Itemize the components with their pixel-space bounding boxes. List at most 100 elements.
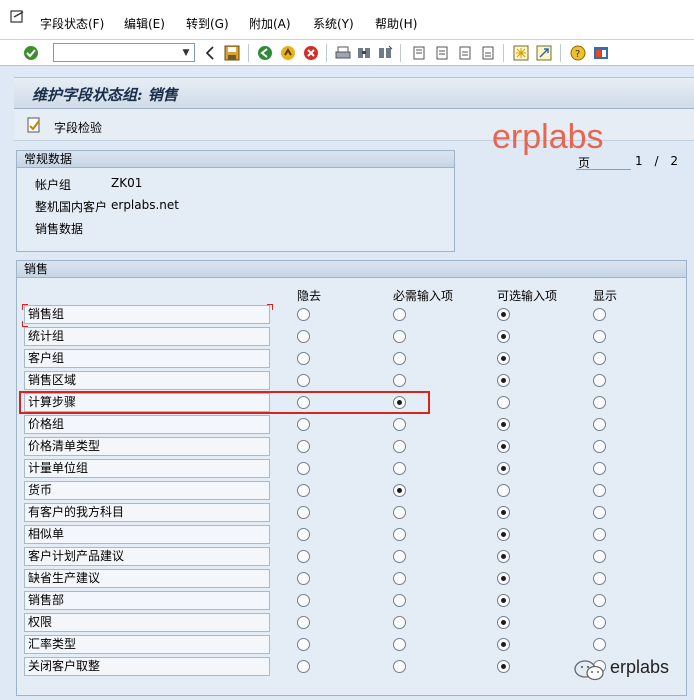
radio-suppress[interactable] <box>297 572 310 585</box>
menu-help[interactable]: 帮助(H) <box>375 15 417 32</box>
radio-display[interactable] <box>593 550 606 563</box>
radio-display[interactable] <box>593 374 606 387</box>
field-label-box: 相似单 <box>24 525 270 544</box>
radio-optional[interactable] <box>497 396 510 409</box>
radio-optional[interactable] <box>497 308 510 321</box>
collapse-left-icon[interactable] <box>201 44 219 62</box>
radio-suppress[interactable] <box>297 594 310 607</box>
page-indicator: 1 / 2 <box>635 154 679 168</box>
next-page-icon[interactable] <box>456 44 474 62</box>
radio-suppress[interactable] <box>297 352 310 365</box>
radio-suppress[interactable] <box>297 374 310 387</box>
radio-display[interactable] <box>593 396 606 409</box>
radio-display[interactable] <box>593 440 606 453</box>
radio-suppress[interactable] <box>297 308 310 321</box>
radio-display[interactable] <box>593 616 606 629</box>
exit-icon[interactable] <box>279 44 297 62</box>
radio-optional[interactable] <box>497 638 510 651</box>
radio-display[interactable] <box>593 638 606 651</box>
radio-suppress[interactable] <box>297 484 310 497</box>
radio-required[interactable] <box>393 418 406 431</box>
focus-corner <box>22 321 28 327</box>
command-field[interactable]: ▼ <box>53 43 195 62</box>
radio-suppress[interactable] <box>297 418 310 431</box>
enter-check-icon[interactable] <box>22 44 40 62</box>
radio-display[interactable] <box>593 528 606 541</box>
radio-required[interactable] <box>393 330 406 343</box>
radio-required[interactable] <box>393 550 406 563</box>
last-page-icon[interactable] <box>479 44 497 62</box>
radio-display[interactable] <box>593 418 606 431</box>
first-page-icon[interactable] <box>410 44 428 62</box>
cancel-icon[interactable] <box>302 44 320 62</box>
radio-optional[interactable] <box>497 330 510 343</box>
radio-optional[interactable] <box>497 484 510 497</box>
radio-optional[interactable] <box>497 550 510 563</box>
radio-display[interactable] <box>593 330 606 343</box>
radio-display[interactable] <box>593 462 606 475</box>
menu-edit[interactable]: 编辑(E) <box>124 15 165 32</box>
radio-optional[interactable] <box>497 594 510 607</box>
back-icon[interactable] <box>256 44 274 62</box>
toolbar-separator <box>248 44 249 62</box>
radio-required[interactable] <box>393 572 406 585</box>
radio-optional[interactable] <box>497 440 510 453</box>
menu-extras[interactable]: 附加(A) <box>249 15 291 32</box>
radio-suppress[interactable] <box>297 506 310 519</box>
find-next-icon[interactable] <box>376 44 394 62</box>
radio-optional[interactable] <box>497 352 510 365</box>
toolbar-separator <box>400 44 401 62</box>
field-check-icon[interactable] <box>26 117 42 133</box>
radio-display[interactable] <box>593 484 606 497</box>
previous-page-icon[interactable] <box>433 44 451 62</box>
radio-suppress[interactable] <box>297 660 310 673</box>
radio-display[interactable] <box>593 506 606 519</box>
radio-required[interactable] <box>393 506 406 519</box>
radio-optional[interactable] <box>497 462 510 475</box>
radio-required[interactable] <box>393 638 406 651</box>
radio-required[interactable] <box>393 528 406 541</box>
menu-field-status[interactable]: 字段状态(F) <box>40 15 104 32</box>
radio-suppress[interactable] <box>297 462 310 475</box>
print-icon[interactable] <box>334 44 352 62</box>
radio-suppress[interactable] <box>297 550 310 563</box>
radio-optional[interactable] <box>497 418 510 431</box>
radio-required[interactable] <box>393 462 406 475</box>
new-session-icon[interactable] <box>512 44 530 62</box>
radio-required[interactable] <box>393 594 406 607</box>
toolbar-separator <box>560 44 561 62</box>
find-icon[interactable] <box>355 44 373 62</box>
radio-display[interactable] <box>593 352 606 365</box>
radio-required[interactable] <box>393 660 406 673</box>
radio-optional[interactable] <box>497 572 510 585</box>
save-icon[interactable] <box>223 44 241 62</box>
radio-optional[interactable] <box>497 660 510 673</box>
window-menu-icon[interactable] <box>10 10 26 24</box>
radio-required[interactable] <box>393 484 406 497</box>
radio-required[interactable] <box>393 352 406 365</box>
radio-optional[interactable] <box>497 506 510 519</box>
radio-optional[interactable] <box>497 528 510 541</box>
radio-suppress[interactable] <box>297 638 310 651</box>
radio-optional[interactable] <box>497 374 510 387</box>
menu-system[interactable]: 系统(Y) <box>313 15 354 32</box>
radio-required[interactable] <box>393 616 406 629</box>
customize-layout-icon[interactable] <box>592 44 610 62</box>
radio-display[interactable] <box>593 594 606 607</box>
radio-display[interactable] <box>593 572 606 585</box>
radio-suppress[interactable] <box>297 616 310 629</box>
radio-display[interactable] <box>593 308 606 321</box>
radio-suppress[interactable] <box>297 440 310 453</box>
radio-optional[interactable] <box>497 616 510 629</box>
field-label-box: 销售部 <box>24 591 270 610</box>
field-check-button[interactable]: 字段检验 <box>54 119 102 136</box>
help-icon[interactable]: ? <box>569 44 587 62</box>
radio-suppress[interactable] <box>297 528 310 541</box>
radio-required[interactable] <box>393 308 406 321</box>
chevron-down-icon[interactable]: ▼ <box>180 46 192 59</box>
shortcut-icon[interactable] <box>535 44 553 62</box>
menu-goto[interactable]: 转到(G) <box>186 15 229 32</box>
radio-suppress[interactable] <box>297 330 310 343</box>
radio-required[interactable] <box>393 374 406 387</box>
radio-required[interactable] <box>393 440 406 453</box>
